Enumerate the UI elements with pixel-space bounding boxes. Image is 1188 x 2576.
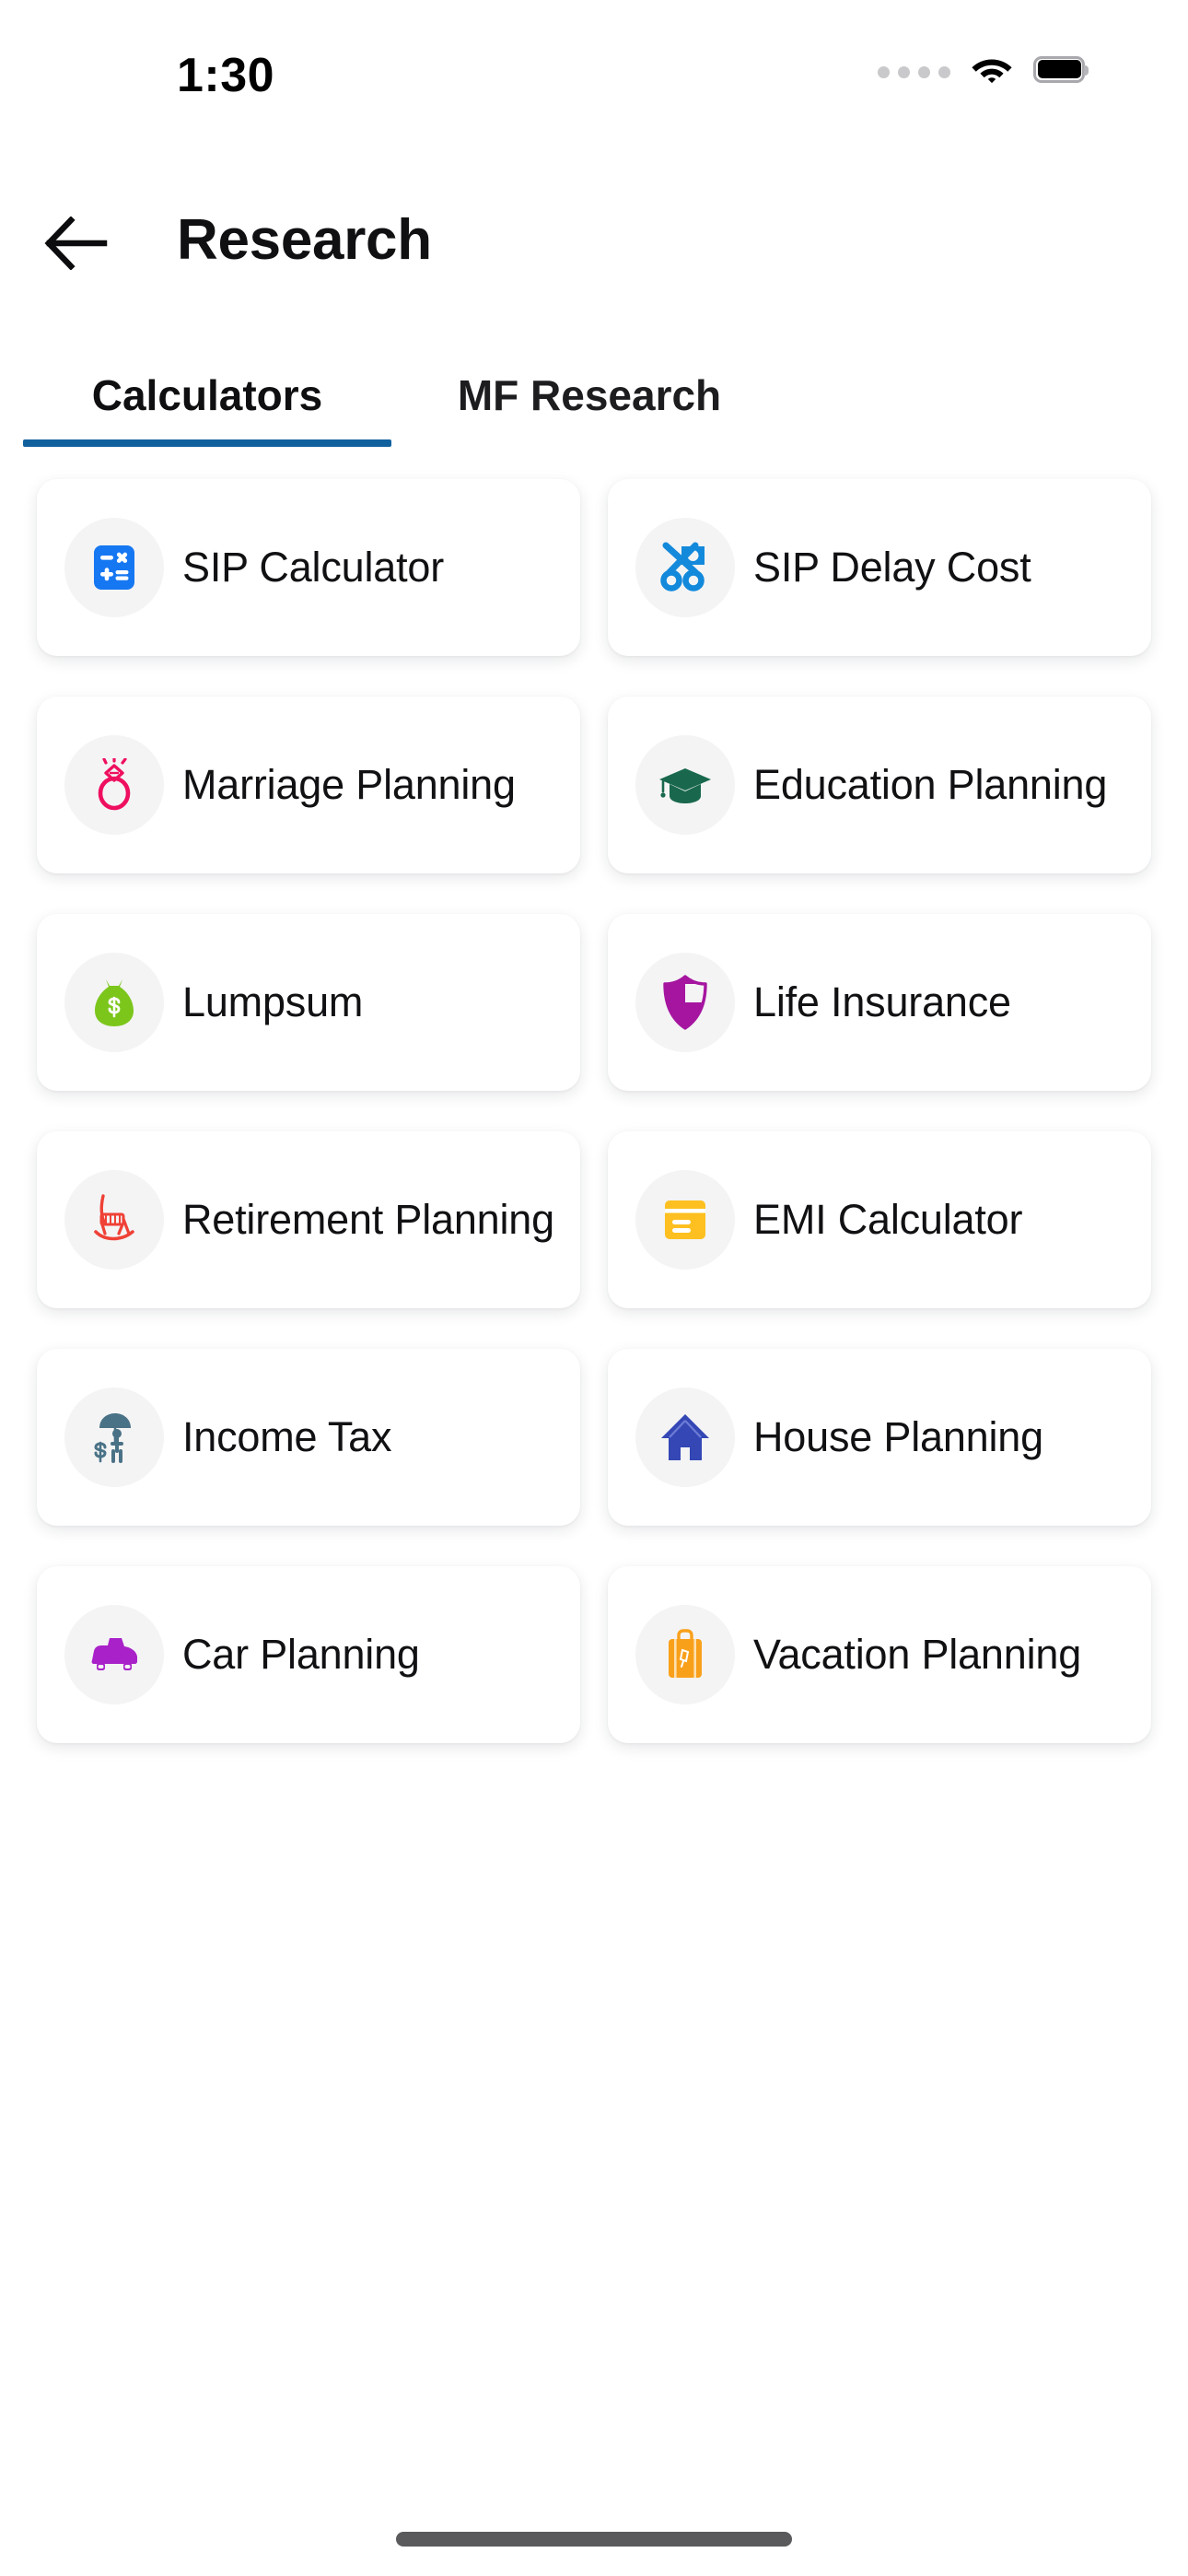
card-life-insurance[interactable]: Life Insurance bbox=[608, 914, 1151, 1091]
card-education-planning[interactable]: Education Planning bbox=[608, 697, 1151, 873]
signal-dots-icon bbox=[878, 65, 950, 78]
card-label: Income Tax bbox=[182, 1413, 392, 1461]
card-label: EMI Calculator bbox=[753, 1196, 1023, 1244]
card-sip-calculator[interactable]: SIP Calculator bbox=[37, 479, 580, 656]
card-house-planning[interactable]: House Planning bbox=[608, 1349, 1151, 1526]
arrow-left-icon bbox=[43, 215, 110, 275]
house-icon bbox=[635, 1388, 735, 1487]
card-sip-delay-cost[interactable]: SIP Delay Cost bbox=[608, 479, 1151, 656]
card-emi-calculator[interactable]: EMI Calculator bbox=[608, 1131, 1151, 1308]
active-tab-indicator bbox=[23, 439, 391, 447]
card-label: Car Planning bbox=[182, 1631, 420, 1679]
shield-icon bbox=[635, 953, 735, 1052]
rocking-chair-icon bbox=[64, 1170, 164, 1270]
suitcase-icon bbox=[635, 1605, 735, 1704]
tab-calculators[interactable]: Calculators bbox=[23, 355, 391, 436]
graduation-cap-icon bbox=[635, 735, 735, 835]
back-button[interactable] bbox=[37, 205, 116, 285]
card-retirement-planning[interactable]: Retirement Planning bbox=[37, 1131, 580, 1308]
page-title: Research bbox=[177, 208, 432, 272]
battery-full-icon bbox=[1033, 55, 1089, 83]
card-vacation-planning[interactable]: Vacation Planning bbox=[608, 1566, 1151, 1743]
status-bar: 1:30 bbox=[0, 0, 1188, 138]
umbrella-person-icon bbox=[64, 1388, 164, 1487]
card-label: Retirement Planning bbox=[182, 1196, 554, 1244]
status-time: 1:30 bbox=[177, 49, 275, 102]
card-lumpsum[interactable]: Lumpsum bbox=[37, 914, 580, 1091]
tab-mf-research[interactable]: MF Research bbox=[424, 355, 755, 436]
card-label: SIP Delay Cost bbox=[753, 544, 1031, 591]
card-car-planning[interactable]: Car Planning bbox=[37, 1566, 580, 1743]
diamond-ring-icon bbox=[64, 735, 164, 835]
card-income-tax[interactable]: Income Tax bbox=[37, 1349, 580, 1526]
credit-card-icon bbox=[635, 1170, 735, 1270]
card-label: Education Planning bbox=[753, 761, 1108, 809]
app-screen: 1:30 Research Calculators MF Research SI… bbox=[0, 0, 1188, 2576]
app-header: Research bbox=[0, 198, 1188, 295]
card-label: Vacation Planning bbox=[753, 1631, 1082, 1679]
status-indicators bbox=[878, 53, 1089, 85]
card-label: Lumpsum bbox=[182, 978, 364, 1026]
card-label: Marriage Planning bbox=[182, 761, 516, 809]
home-indicator[interactable] bbox=[396, 2532, 792, 2547]
calculator-grid: SIP Calculator SIP Delay Cost Marriage P… bbox=[37, 479, 1151, 1743]
car-icon bbox=[64, 1605, 164, 1704]
scissors-money-icon bbox=[635, 518, 735, 617]
calculator-icon bbox=[64, 518, 164, 617]
card-marriage-planning[interactable]: Marriage Planning bbox=[37, 697, 580, 873]
card-label: Life Insurance bbox=[753, 978, 1011, 1026]
wifi-icon bbox=[971, 53, 1013, 85]
tab-bar: Calculators MF Research bbox=[0, 355, 1188, 456]
money-bag-icon bbox=[64, 953, 164, 1052]
card-label: SIP Calculator bbox=[182, 544, 445, 591]
card-label: House Planning bbox=[753, 1413, 1043, 1461]
